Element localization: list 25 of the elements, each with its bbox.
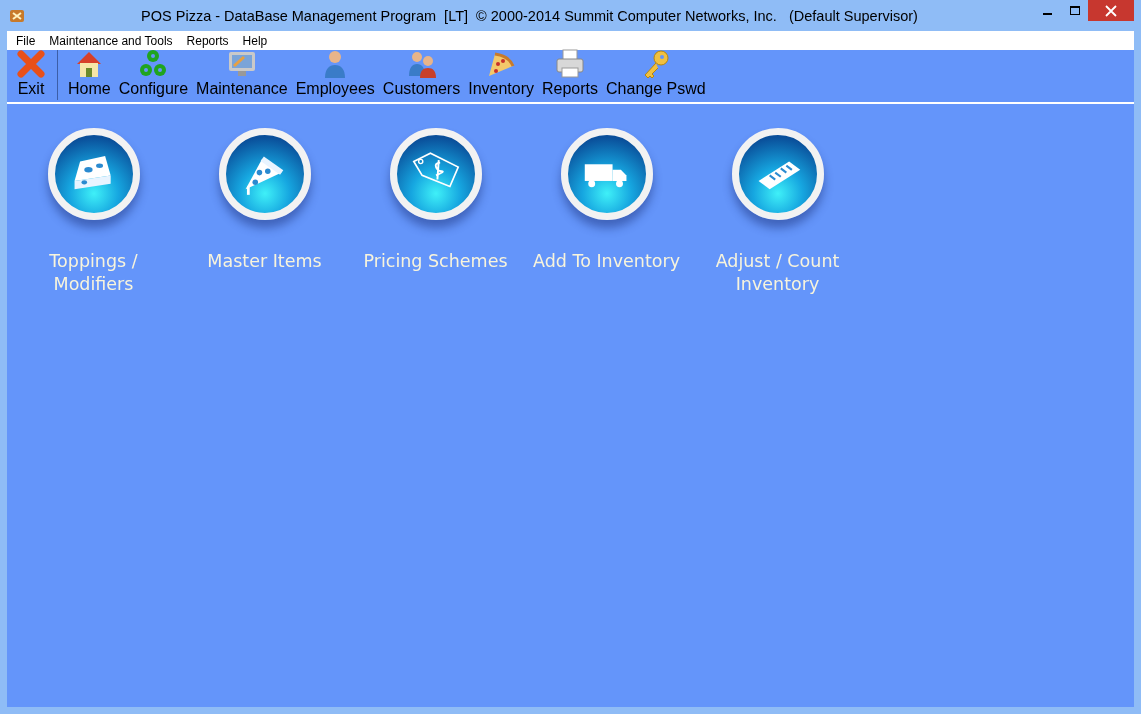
- round-button[interactable]: [389, 128, 482, 220]
- toolbar-button[interactable]: Exit: [11, 48, 51, 97]
- toolbar-button[interactable]: Customers: [378, 48, 465, 97]
- round-button[interactable]: [560, 128, 653, 220]
- exit-icon: [15, 48, 47, 80]
- toolbar-button[interactable]: Home: [64, 48, 115, 97]
- window-title: POS Pizza - DataBase Management Program [LT] © 2000-2014 Summit Computer Networks, Inc. (Default Supervisor): [140, 7, 919, 24]
- maximize-icon: [1069, 5, 1080, 16]
- toolbar-button[interactable]: Reports: [538, 48, 603, 97]
- round-button[interactable]: [731, 128, 824, 220]
- menu-item[interactable]: File: [9, 33, 43, 48]
- minimize-icon: [1043, 13, 1052, 15]
- toolbar-button[interactable]: Inventory: [464, 48, 538, 97]
- menu-item[interactable]: Reports: [179, 33, 236, 48]
- menu-item[interactable]: Help: [235, 33, 275, 48]
- close-button[interactable]: [1088, 0, 1134, 21]
- toolbar-button[interactable]: Employees: [291, 48, 379, 97]
- round-button[interactable]: [47, 128, 140, 220]
- close-icon: [1105, 4, 1117, 17]
- app-icon: [9, 7, 25, 24]
- round-button[interactable]: [218, 128, 311, 220]
- menu-item[interactable]: Maintenance and Tools: [42, 33, 180, 48]
- toolbar-button[interactable]: Maintenance: [192, 48, 292, 97]
- toolbar-button[interactable]: Configure: [114, 48, 193, 97]
- toolbar-button[interactable]: Change Pswd: [602, 48, 710, 97]
